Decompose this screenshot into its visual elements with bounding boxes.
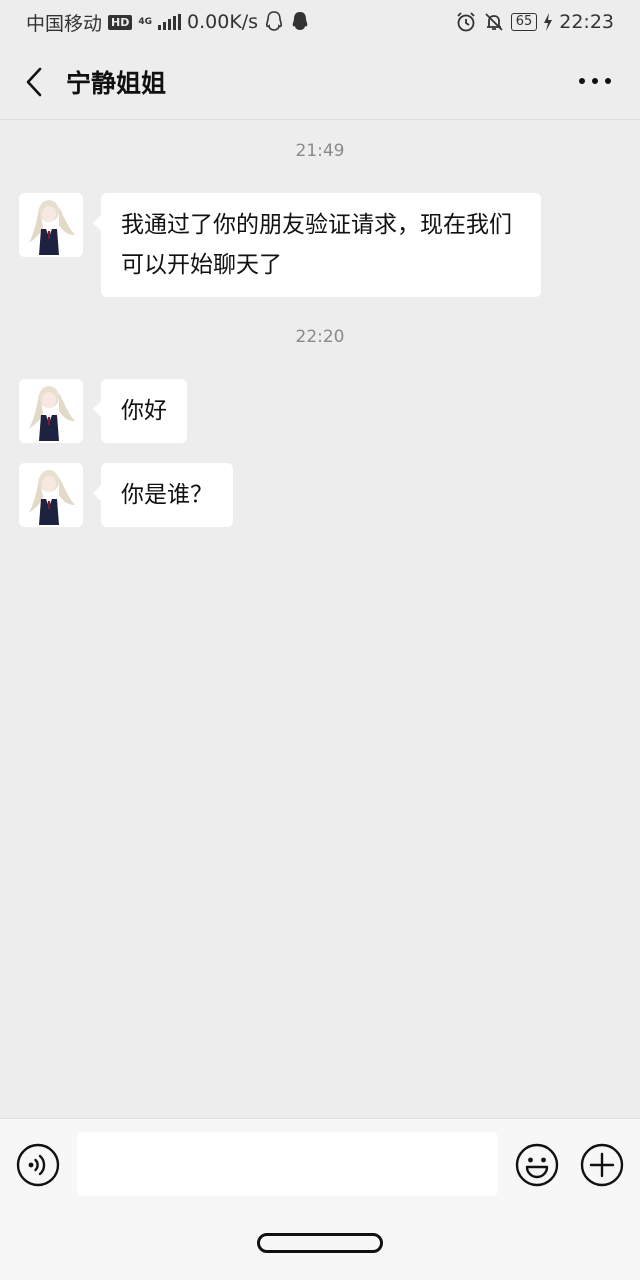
message-bubble[interactable]: 你好: [93, 379, 187, 443]
status-bar: 中国移动 HD 4G 0.00K/s 65 22:23: [0, 0, 640, 44]
chat-title: 宁静姐姐: [66, 69, 167, 98]
girl-avatar-image: [19, 193, 83, 257]
home-gesture-bar[interactable]: [257, 1233, 383, 1253]
girl-avatar-image: [19, 463, 83, 527]
back-arrow-icon[interactable]: [20, 66, 50, 98]
network-speed: 0.00K/s: [187, 11, 259, 33]
battery-level: 65: [510, 13, 538, 31]
message-bubble[interactable]: 我通过了你的朋友验证请求，现在我们可以开始聊天了: [93, 193, 541, 297]
charging-icon: [544, 13, 553, 31]
voice-icon[interactable]: [16, 1143, 60, 1187]
message-bubble[interactable]: 你是谁？: [93, 463, 233, 527]
message-input[interactable]: [77, 1132, 498, 1196]
status-left: 中国移动 HD 4G 0.00K/s: [26, 9, 310, 36]
more-dots-icon[interactable]: [578, 74, 612, 88]
clock: 22:23: [559, 11, 614, 33]
timestamp: 22:20: [295, 327, 345, 347]
plus-icon[interactable]: [580, 1143, 624, 1187]
system-nav-bar: [0, 1210, 640, 1280]
emoji-icon[interactable]: [515, 1143, 559, 1187]
mute-bell-icon: [485, 13, 503, 31]
avatar[interactable]: [19, 193, 83, 257]
status-right: 65 22:23: [455, 11, 614, 33]
avatar[interactable]: [19, 379, 83, 443]
signal-icon: [158, 14, 182, 30]
message-list[interactable]: 21:49 我通过了你的朋友验证请求，现在我们可以开始聊天了 22:20 你好: [0, 121, 640, 1117]
hd-badge: HD: [108, 14, 133, 30]
avatar[interactable]: [19, 463, 83, 527]
chat-header: 宁静姐姐: [0, 44, 640, 120]
alarm-icon: [457, 12, 475, 32]
qq-icon: [266, 11, 283, 31]
input-bar: [0, 1118, 640, 1211]
network-type: 4G: [138, 16, 153, 27]
qq-filled-icon: [292, 12, 308, 30]
timestamp: 21:49: [295, 141, 345, 161]
carrier-name: 中国移动: [26, 12, 103, 35]
girl-avatar-image: [19, 379, 83, 443]
